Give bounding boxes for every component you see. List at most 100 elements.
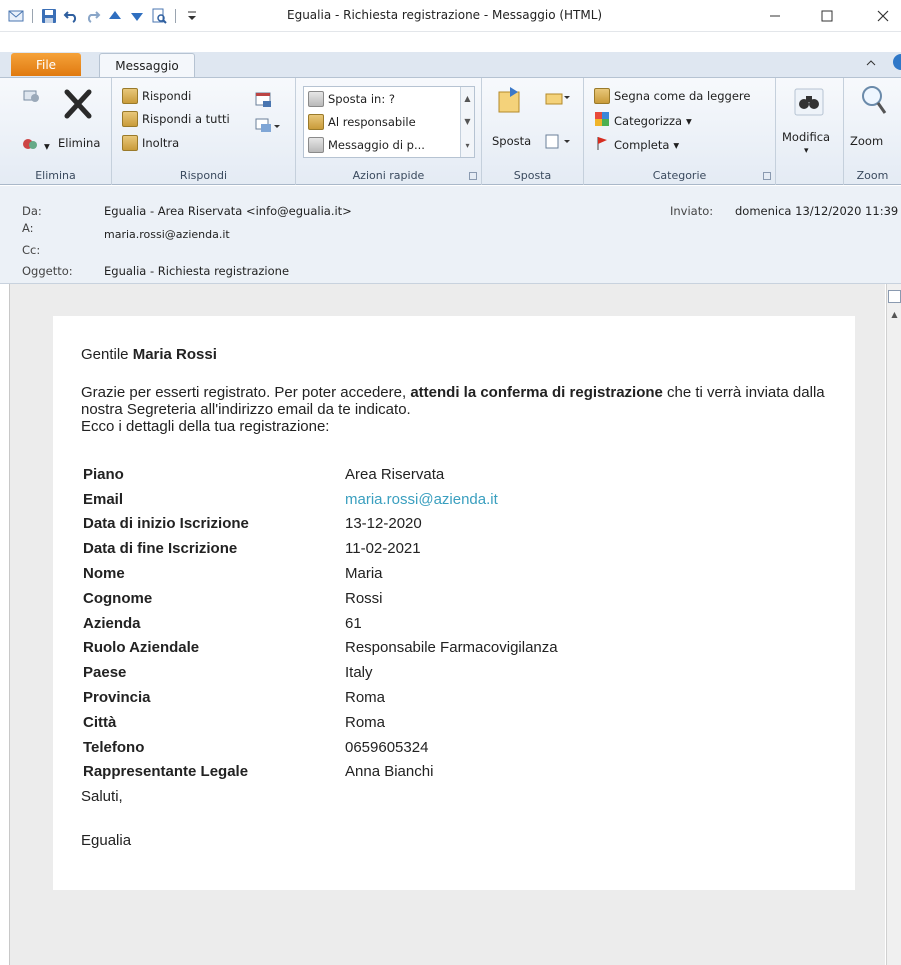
- closing: Saluti,: [81, 788, 123, 805]
- undo-icon[interactable]: [63, 8, 79, 24]
- delete-x-icon[interactable]: [62, 88, 94, 120]
- email-link[interactable]: maria.rossi@azienda.it: [345, 491, 498, 508]
- detail-row: Nome Maria: [83, 561, 558, 586]
- window-title: Egualia - Richiesta registrazione - Mess…: [287, 8, 603, 22]
- ribbon-group-modifica: Modifica ▾: [776, 78, 844, 185]
- azioni-rapide-launcher-icon[interactable]: [469, 172, 477, 180]
- reply-icon: [122, 88, 138, 104]
- categorie-launcher-icon[interactable]: [763, 172, 771, 180]
- detail-key: Cognome: [83, 589, 153, 607]
- people-pane-icon[interactable]: [888, 290, 901, 303]
- scroll-up-icon[interactable]: ▲: [464, 94, 470, 103]
- move-button[interactable]: Sposta: [492, 134, 531, 148]
- detail-row: Città Roma: [83, 710, 558, 735]
- sent-label: Inviato:: [670, 204, 714, 218]
- detail-row: Telefono 0659605324: [83, 735, 558, 760]
- detail-row: Cognome Rossi: [83, 586, 558, 611]
- close-icon[interactable]: [866, 4, 900, 28]
- tab-messaggio[interactable]: Messaggio: [99, 53, 195, 78]
- edit-button[interactable]: Modifica: [782, 130, 830, 144]
- detail-key: Rappresentante Legale: [83, 763, 249, 781]
- print-preview-icon[interactable]: [151, 8, 167, 24]
- vertical-scrollbar[interactable]: ▲: [886, 284, 901, 965]
- detail-key: Data di fine Iscrizione: [83, 540, 238, 558]
- group-label-azioni-rapide: Azioni rapide: [352, 169, 425, 182]
- zoom-button[interactable]: Zoom: [850, 134, 883, 148]
- quick-step-sposta-in[interactable]: Sposta in: ?: [308, 91, 395, 107]
- detail-row: Paese Italy: [83, 660, 558, 685]
- to-value[interactable]: maria.rossi@azienda.it: [104, 228, 230, 241]
- ribbon: ▾ Elimina Elimina Rispondi Rispondi a tu…: [0, 77, 901, 185]
- mark-unread-label: Segna come da leggere: [614, 89, 751, 103]
- toolbar-separator: [32, 9, 33, 23]
- scroll-down-icon[interactable]: ▼: [464, 117, 470, 126]
- detail-row: Piano Area Riservata: [83, 462, 558, 487]
- actions-icon[interactable]: [544, 132, 570, 152]
- minimize-icon[interactable]: [758, 4, 792, 28]
- categorize-icon: [594, 111, 610, 130]
- mark-unread-button[interactable]: Segna come da leggere: [594, 88, 750, 104]
- more-respond-icon[interactable]: [254, 116, 282, 136]
- detail-value: 11-02-2021: [345, 540, 421, 558]
- quick-step-messaggio[interactable]: Messaggio di p...: [308, 137, 425, 153]
- title-bar: Egualia - Richiesta registrazione - Mess…: [0, 0, 901, 32]
- previous-item-icon[interactable]: [107, 8, 123, 24]
- zoom-magnifier-icon[interactable]: [858, 84, 890, 116]
- scroll-up-arrow-icon[interactable]: ▲: [888, 310, 901, 323]
- from-label: Da:: [22, 204, 42, 218]
- rules-icon[interactable]: [544, 88, 570, 108]
- toolbar-separator: [175, 9, 176, 23]
- ignore-icon[interactable]: [22, 86, 40, 104]
- group-label-categorie: Categorie: [652, 169, 707, 182]
- find-binoculars-icon[interactable]: [794, 88, 824, 116]
- detail-key: Piano: [83, 465, 124, 483]
- quick-step-label: Al responsabile: [328, 115, 416, 129]
- forward-label: Inoltra: [142, 136, 180, 150]
- save-icon[interactable]: [41, 8, 57, 24]
- ribbon-group-rispondi: Rispondi Rispondi a tutti Inoltra Rispon…: [112, 78, 296, 185]
- quick-steps-scroll[interactable]: ▲ ▼ ▾: [460, 87, 474, 157]
- followup-button[interactable]: Completa ▾: [594, 135, 679, 154]
- next-item-icon[interactable]: [129, 8, 145, 24]
- customize-toolbar-icon[interactable]: [184, 8, 200, 24]
- detail-key: Data di inizio Iscrizione: [83, 515, 249, 533]
- help-icon[interactable]: [889, 53, 901, 74]
- from-value[interactable]: Egualia - Area Riservata <info@egualia.i…: [104, 204, 352, 218]
- redo-icon[interactable]: [85, 8, 101, 24]
- collapse-ribbon-icon[interactable]: [866, 57, 876, 71]
- intro-paragraph: Grazie per esserti registrato. Per poter…: [81, 384, 841, 435]
- delete-button-label: Elimina: [58, 136, 101, 150]
- tab-file[interactable]: File: [11, 53, 81, 76]
- dropdown-arrow-icon[interactable]: ▾: [804, 146, 809, 156]
- envelope-icon[interactable]: [8, 8, 24, 24]
- categorize-button[interactable]: Categorizza ▾: [594, 111, 692, 130]
- move-icon[interactable]: [496, 84, 528, 116]
- detail-value: 13-12-2020: [345, 515, 422, 533]
- junk-icon: [22, 136, 40, 155]
- quick-step-al-responsabile[interactable]: Al responsabile: [308, 114, 416, 130]
- intro-text: Grazie per esserti registrato. Per poter…: [81, 384, 411, 401]
- reply-button[interactable]: Rispondi: [122, 88, 191, 104]
- intro-details-line: Ecco i dettagli della tua registrazione:: [81, 418, 330, 435]
- followup-label: Completa: [614, 137, 670, 152]
- group-label-elimina: Elimina: [35, 169, 76, 182]
- maximize-icon[interactable]: [810, 4, 844, 28]
- more-icon[interactable]: ▾: [465, 141, 469, 150]
- intro-bold: attendi la conferma di registrazione: [410, 384, 663, 401]
- quick-step-label: Sposta in: ?: [328, 92, 395, 106]
- registration-details-table: Piano Area Riservata Email maria.rossi@a…: [83, 462, 558, 784]
- greeting: Gentile Maria Rossi: [81, 346, 217, 363]
- group-label-sposta: Sposta: [513, 169, 552, 182]
- detail-row: Data di inizio Iscrizione 13-12-2020: [83, 512, 558, 537]
- delete-button[interactable]: Elimina: [58, 136, 100, 150]
- reply-label: Rispondi: [142, 89, 192, 103]
- reply-all-button[interactable]: Rispondi a tutti: [122, 111, 230, 127]
- forward-button[interactable]: Inoltra: [122, 135, 179, 151]
- dropdown-arrow-icon: ▾: [673, 137, 680, 152]
- group-label-zoom: Zoom: [856, 169, 889, 182]
- detail-key: Azienda: [83, 614, 141, 632]
- meeting-reply-icon[interactable]: [254, 90, 274, 110]
- move-label: Sposta: [492, 134, 532, 148]
- subject-label: Oggetto:: [22, 264, 73, 278]
- junk-button[interactable]: ▾: [22, 136, 50, 155]
